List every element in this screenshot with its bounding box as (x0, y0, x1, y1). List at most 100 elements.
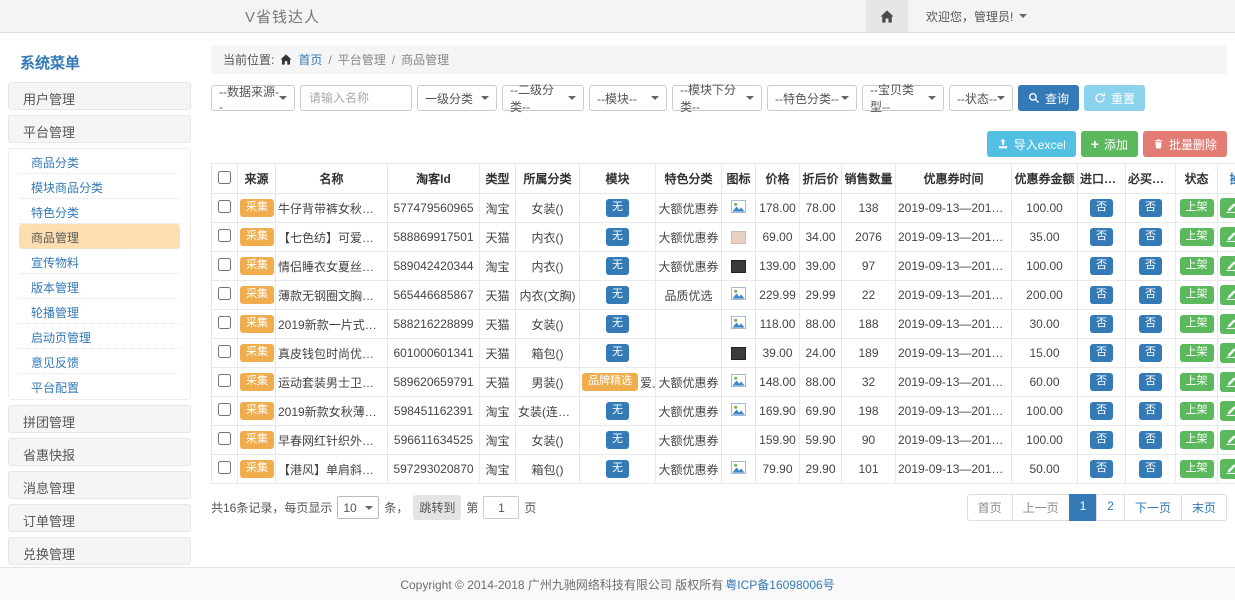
status-badge[interactable]: 上架 (1180, 373, 1214, 390)
edit-button[interactable] (1220, 227, 1235, 247)
reset-button[interactable]: 重置 (1084, 85, 1145, 111)
must-buy-flag-badge[interactable]: 否 (1139, 402, 1162, 419)
must-buy-flag-badge[interactable]: 否 (1139, 199, 1162, 216)
menu-group[interactable]: 平台管理 (8, 115, 191, 143)
filter-select[interactable]: --模块下分类-- (672, 85, 762, 111)
filter-select[interactable]: --模块-- (589, 85, 667, 111)
name-search-input[interactable] (300, 85, 412, 111)
name-cell: 【港风】单肩斜跨链条... (276, 455, 388, 484)
user-menu[interactable]: 欢迎您，管理员! (926, 8, 1027, 25)
menu-group[interactable]: 用户管理 (8, 82, 191, 110)
batch-delete-button[interactable]: 批量删除 (1143, 131, 1227, 157)
must-buy-flag-badge[interactable]: 否 (1139, 431, 1162, 448)
must-buy-flag-badge[interactable]: 否 (1139, 257, 1162, 274)
status-badge[interactable]: 上架 (1180, 286, 1214, 303)
sidebar-item[interactable]: 特色分类 (19, 199, 180, 224)
per-page-select[interactable]: 10 (337, 496, 379, 519)
pager-item[interactable]: 下一页 (1124, 494, 1182, 521)
pager-item[interactable]: 1 (1069, 494, 1098, 521)
filter-select[interactable]: 一级分类 (417, 85, 497, 111)
icp-link[interactable]: 粤ICP备16098006号 (725, 576, 834, 593)
must-buy-flag-badge[interactable]: 否 (1139, 228, 1162, 245)
import-flag-badge[interactable]: 否 (1090, 199, 1113, 216)
import-flag-badge[interactable]: 否 (1090, 228, 1113, 245)
menu-group[interactable]: 消息管理 (8, 471, 191, 499)
menu-group[interactable]: 订单管理 (8, 504, 191, 532)
filter-select[interactable]: --宝贝类型-- (862, 85, 944, 111)
menu-group[interactable]: 省惠快报 (8, 438, 191, 466)
query-button[interactable]: 查询 (1018, 85, 1079, 111)
row-checkbox[interactable] (218, 287, 231, 300)
must-buy-flag-badge[interactable]: 否 (1139, 373, 1162, 390)
pager-item[interactable]: 上一页 (1012, 494, 1070, 521)
home-button[interactable] (866, 0, 908, 32)
sidebar-item[interactable]: 启动页管理 (19, 324, 180, 349)
row-checkbox[interactable] (218, 229, 231, 242)
status-badge[interactable]: 上架 (1180, 344, 1214, 361)
column-header: 图标 (722, 164, 756, 194)
filter-select[interactable]: --状态-- (949, 85, 1013, 111)
must-buy-flag-badge[interactable]: 否 (1139, 315, 1162, 332)
row-checkbox[interactable] (218, 461, 231, 474)
import-excel-button[interactable]: 导入excel (987, 131, 1076, 157)
column-header: 淘客Id (388, 164, 480, 194)
edit-button[interactable] (1220, 401, 1235, 421)
import-flag-badge[interactable]: 否 (1090, 257, 1113, 274)
sidebar-item[interactable]: 版本管理 (19, 274, 180, 299)
edit-button[interactable] (1220, 343, 1235, 363)
filter-select[interactable]: --二级分类-- (502, 85, 584, 111)
edit-button[interactable] (1220, 314, 1235, 334)
add-button[interactable]: + 添加 (1081, 131, 1138, 157)
import-flag-badge[interactable]: 否 (1090, 373, 1113, 390)
sidebar-item[interactable]: 轮播管理 (19, 299, 180, 324)
edit-button[interactable] (1220, 459, 1235, 479)
status-badge[interactable]: 上架 (1180, 257, 1214, 274)
status-badge[interactable]: 上架 (1180, 460, 1214, 477)
must-buy-flag-badge[interactable]: 否 (1139, 286, 1162, 303)
import-flag-badge[interactable]: 否 (1090, 431, 1113, 448)
sidebar-item[interactable]: 模块商品分类 (19, 174, 180, 199)
row-checkbox[interactable] (218, 345, 231, 358)
menu-group[interactable]: 兑换管理 (8, 537, 191, 565)
pager-item[interactable]: 首页 (967, 494, 1013, 521)
type-cell: 天猫 (480, 368, 516, 397)
must-buy-flag-badge[interactable]: 否 (1139, 344, 1162, 361)
sidebar-item[interactable]: 平台配置 (19, 374, 180, 399)
row-checkbox[interactable] (218, 374, 231, 387)
jump-page-input[interactable] (483, 496, 519, 519)
edit-button[interactable] (1220, 198, 1235, 218)
status-badge[interactable]: 上架 (1180, 431, 1214, 448)
jump-button[interactable]: 跳转到 (413, 495, 461, 520)
sidebar-item[interactable]: 商品管理 (19, 224, 180, 249)
sidebar-item[interactable]: 意见反馈 (19, 349, 180, 374)
must-buy-flag-badge[interactable]: 否 (1139, 460, 1162, 477)
breadcrumb-home-link[interactable]: 首页 (298, 51, 322, 68)
pager-item[interactable]: 末页 (1181, 494, 1227, 521)
menu-group[interactable]: 拼团管理 (8, 405, 191, 433)
row-checkbox[interactable] (218, 316, 231, 329)
select-all-checkbox[interactable] (218, 171, 231, 184)
import-flag-badge[interactable]: 否 (1090, 286, 1113, 303)
row-checkbox[interactable] (218, 403, 231, 416)
status-badge[interactable]: 上架 (1180, 315, 1214, 332)
import-flag-badge[interactable]: 否 (1090, 344, 1113, 361)
sidebar-item[interactable]: 宣传物料 (19, 249, 180, 274)
filter-select[interactable]: --特色分类-- (767, 85, 857, 111)
status-badge[interactable]: 上架 (1180, 199, 1214, 216)
import-flag-badge[interactable]: 否 (1090, 460, 1113, 477)
filter-select[interactable]: --数据来源-- (211, 85, 295, 111)
edit-button[interactable] (1220, 285, 1235, 305)
status-badge[interactable]: 上架 (1180, 228, 1214, 245)
pager-item[interactable]: 2 (1096, 494, 1125, 521)
import-flag-badge[interactable]: 否 (1090, 315, 1113, 332)
edit-button[interactable] (1220, 372, 1235, 392)
row-checkbox[interactable] (218, 258, 231, 271)
status-badge[interactable]: 上架 (1180, 402, 1214, 419)
edit-button[interactable] (1220, 430, 1235, 450)
row-checkbox[interactable] (218, 432, 231, 445)
status-cell: 上架 (1176, 426, 1218, 455)
edit-button[interactable] (1220, 256, 1235, 276)
sidebar-item[interactable]: 商品分类 (19, 149, 180, 174)
row-checkbox[interactable] (218, 200, 231, 213)
import-flag-badge[interactable]: 否 (1090, 402, 1113, 419)
